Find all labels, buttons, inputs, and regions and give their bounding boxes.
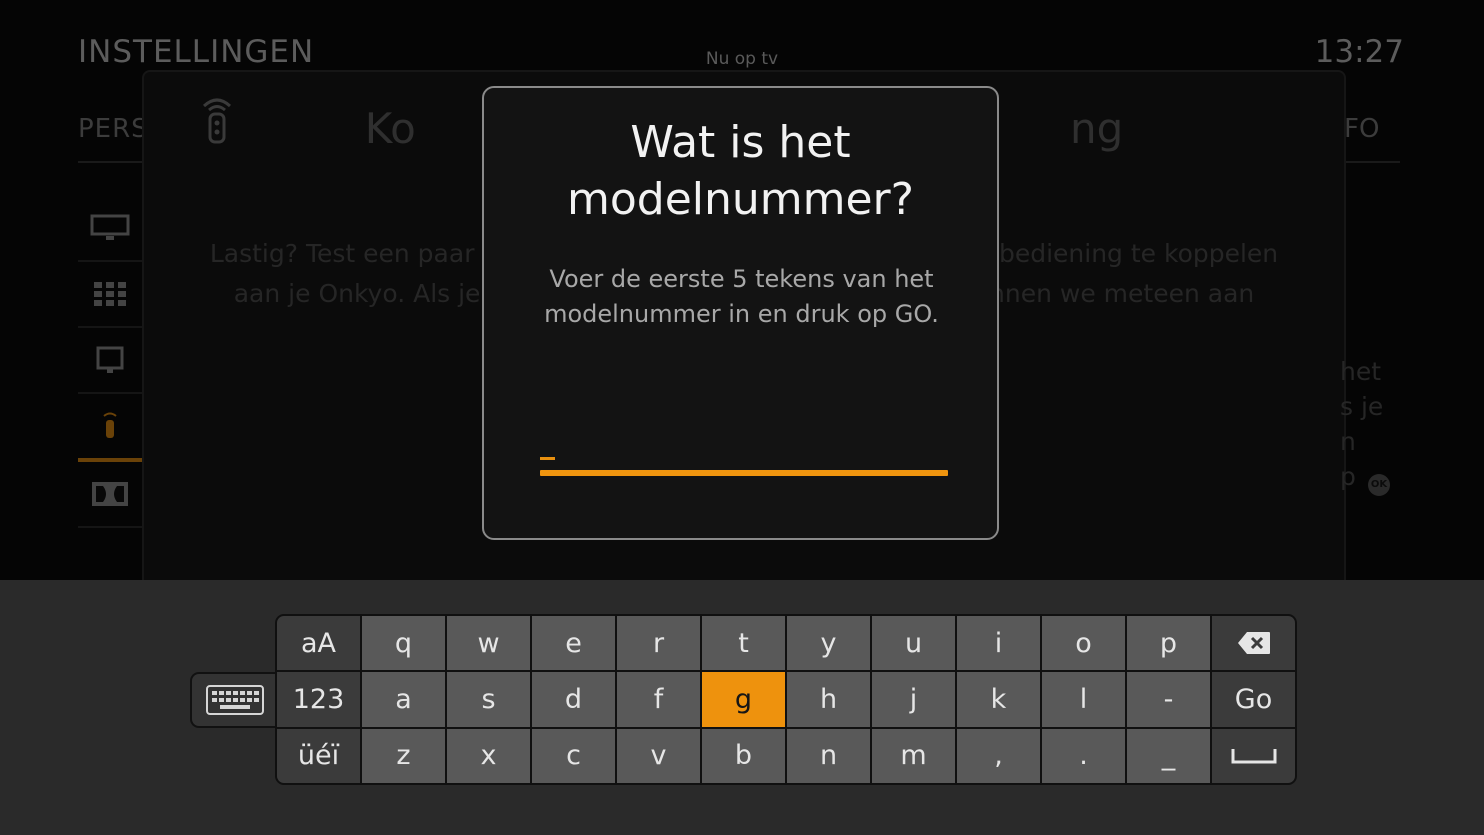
key-k[interactable]: k [957,672,1040,727]
monitor-icon [96,346,124,373]
tab-personal[interactable]: PERS [78,114,149,144]
key-z[interactable]: z [362,728,445,783]
key-shift[interactable]: aA [277,616,360,671]
key-t[interactable]: t [702,616,785,671]
key-backspace[interactable] [1212,616,1295,671]
key-comma[interactable]: , [957,728,1040,783]
key-w[interactable]: w [447,616,530,671]
key-m[interactable]: m [872,728,955,783]
key-space[interactable] [1212,728,1295,783]
settings-sidebar [78,196,142,528]
model-number-dialog: Wat is het modelnummer? Voer de eerste 5… [482,86,999,540]
grid-icon [94,282,126,306]
sidebar-item-audio[interactable] [78,462,142,528]
clock: 13:27 [1314,34,1404,70]
tab-info[interactable]: FO [1344,114,1379,144]
key-b[interactable]: b [702,728,785,783]
key-o[interactable]: o [1042,616,1125,671]
sidebar-item-apps[interactable] [78,262,142,328]
key-j[interactable]: j [872,672,955,727]
key-period[interactable]: . [1042,728,1125,783]
key-e[interactable]: e [532,616,615,671]
model-number-input[interactable] [540,448,948,478]
sidebar-item-remote[interactable] [78,394,142,462]
key-v[interactable]: v [617,728,700,783]
key-g[interactable]: g [702,672,785,727]
key-n[interactable]: n [787,728,870,783]
key-q[interactable]: q [362,616,445,671]
dolby-icon [92,482,128,506]
key-c[interactable]: c [532,728,615,783]
panel-side-text: het s je n p [1340,357,1384,491]
sidebar-item-display[interactable] [78,328,142,394]
keyboard-area: aA q w e r t y u i o p 123 a s d f g h j… [0,580,1484,835]
key-go[interactable]: Go [1212,672,1295,727]
keyboard-toggle-button[interactable] [190,672,278,728]
key-d[interactable]: d [532,672,615,727]
space-icon [1231,748,1276,764]
tv-icon [90,214,130,240]
dialog-title: Wat is het modelnummer? [566,117,914,225]
key-dash[interactable]: - [1127,672,1210,727]
sidebar-item-tv[interactable] [78,196,142,262]
key-r[interactable]: r [617,616,700,671]
key-x[interactable]: x [447,728,530,783]
key-p[interactable]: p [1127,616,1210,671]
key-i[interactable]: i [957,616,1040,671]
text-cursor [540,457,555,460]
backspace-icon [1237,632,1270,655]
ok-button-icon: OK [1368,474,1390,496]
input-underline [540,470,948,476]
keyboard-keys: aA q w e r t y u i o p 123 a s d f g h j… [275,614,1297,785]
key-numbers[interactable]: 123 [277,672,360,727]
key-underscore[interactable]: _ [1127,728,1210,783]
key-f[interactable]: f [617,672,700,727]
remote-icon [103,412,117,438]
key-a[interactable]: a [362,672,445,727]
key-l[interactable]: l [1042,672,1125,727]
key-h[interactable]: h [787,672,870,727]
keyboard-icon [206,685,264,715]
now-on-tv-label: Nu op tv [705,49,779,69]
key-accents[interactable]: üéï [277,728,360,783]
key-u[interactable]: u [872,616,955,671]
dialog-instructions: Voer de eerste 5 tekens van het modelnum… [544,265,939,328]
key-s[interactable]: s [447,672,530,727]
key-y[interactable]: y [787,616,870,671]
